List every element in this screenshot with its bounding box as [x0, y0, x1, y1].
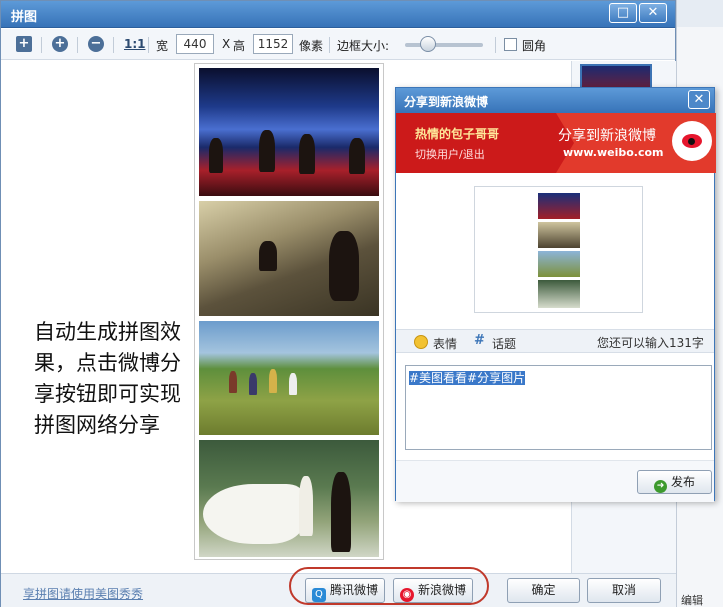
x-label: X — [222, 37, 231, 51]
rounded-corner-label: 圆角 — [522, 39, 547, 53]
toolbar-separator — [41, 37, 42, 53]
switch-user-link[interactable]: 切换用户/退出 — [415, 146, 485, 162]
zoom-out-icon[interactable]: − — [88, 36, 104, 52]
zoom-in-icon[interactable]: + — [52, 36, 68, 52]
pixel-label: 像素 — [299, 39, 324, 53]
background-window-titlebar — [677, 0, 723, 27]
person-silhouette — [329, 231, 359, 301]
share-tools-bar: 表情 # 话题 您还可以输入131字 — [396, 329, 714, 353]
weibo-url: www.weibo.com — [563, 146, 664, 159]
height-input[interactable]: 1152 — [253, 34, 293, 54]
toolbar-separator — [495, 37, 496, 53]
meitu-tip-link[interactable]: 享拼图请使用美图秀秀 — [23, 585, 143, 602]
feature-caption: 自动生成拼图效果，点击微博分享按钮即可实现拼图网络分享 — [34, 320, 181, 437]
border-size-slider-thumb[interactable] — [420, 36, 437, 52]
share-dialog-footer: ➜ 发布 — [396, 460, 714, 502]
banner-left — [396, 113, 556, 173]
cancel-button[interactable]: 取消 — [587, 578, 661, 603]
bride-silhouette — [299, 476, 313, 536]
height-label: 高 — [233, 39, 246, 53]
collage-preview — [194, 63, 384, 560]
preview-photo — [538, 280, 580, 308]
preview-photo — [538, 251, 580, 277]
share-image-preview — [474, 186, 643, 313]
char-counter: 您还可以输入131字 — [597, 336, 704, 350]
performer-silhouette — [209, 138, 223, 173]
publish-arrow-icon: ➜ — [653, 480, 667, 493]
actual-size-button[interactable]: 1:1 — [124, 37, 146, 51]
wedding-dress-shape — [203, 484, 303, 544]
share-dialog-titlebar: 分享到新浪微博 ✕ — [396, 88, 714, 113]
weibo-logo-pupil — [688, 138, 695, 145]
close-button[interactable]: ✕ — [639, 3, 667, 23]
publish-label: 发布 — [670, 475, 695, 489]
topic-icon[interactable]: # — [474, 333, 485, 348]
add-icon[interactable]: + — [16, 36, 32, 52]
maximize-button[interactable]: □ — [609, 3, 637, 23]
banner-title: 分享到新浪微博 — [558, 128, 656, 144]
weibo-banner: 热情的包子哥哥 切换用户/退出 分享到新浪微博 www.weibo.com — [396, 113, 716, 173]
motorbike-silhouette — [259, 241, 277, 271]
person-silhouette — [289, 373, 297, 395]
collage-photo-meadow[interactable] — [199, 321, 379, 435]
share-message-text: #美图看看#分享图片 — [409, 371, 526, 385]
person-silhouette — [229, 371, 237, 393]
collage-photo-concert[interactable] — [199, 68, 379, 196]
share-message-input[interactable]: #美图看看#分享图片 — [405, 365, 712, 450]
width-input[interactable]: 440 — [176, 34, 214, 54]
window-title: 拼图 — [11, 10, 38, 25]
groom-silhouette — [331, 472, 351, 552]
border-size-slider[interactable] — [405, 43, 483, 47]
publish-button[interactable]: ➜ 发布 — [637, 470, 712, 494]
width-label: 宽 — [156, 39, 169, 53]
preview-photo — [538, 193, 580, 219]
preview-photo — [538, 222, 580, 248]
title-bar: 拼图 □ ✕ — [1, 1, 675, 28]
toolbar-separator — [113, 37, 114, 53]
user-name: 热情的包子哥哥 — [415, 127, 500, 141]
topic-button[interactable]: 话题 — [492, 335, 516, 352]
collage-photo-wedding[interactable] — [199, 440, 379, 557]
border-size-label: 边框大小: — [337, 39, 390, 53]
collage-photo-railway[interactable] — [199, 201, 379, 316]
performer-silhouette — [259, 130, 275, 172]
person-silhouette — [269, 369, 277, 393]
toolbar: + + − 1:1 宽 440 X 高 1152 像素 边框大小: 圆角 — [1, 29, 675, 60]
toolbar-separator — [77, 37, 78, 53]
share-dialog-title: 分享到新浪微博 — [404, 95, 489, 109]
performer-silhouette — [349, 138, 365, 174]
toolbar-separator — [148, 37, 149, 53]
emotion-icon[interactable] — [414, 335, 428, 349]
person-silhouette — [249, 373, 257, 395]
emotion-button[interactable]: 表情 — [433, 335, 457, 352]
edit-label[interactable]: 编辑 — [681, 592, 703, 607]
share-buttons-highlight — [289, 567, 489, 605]
ok-button[interactable]: 确定 — [507, 578, 580, 603]
share-dialog-close-button[interactable]: ✕ — [688, 90, 710, 109]
weibo-logo-icon — [672, 121, 712, 161]
performer-silhouette — [299, 134, 315, 174]
share-dialog: 分享到新浪微博 ✕ 热情的包子哥哥 切换用户/退出 分享到新浪微博 www.we… — [395, 87, 716, 502]
toolbar-separator — [329, 37, 330, 53]
rounded-corner-checkbox[interactable] — [504, 38, 517, 51]
